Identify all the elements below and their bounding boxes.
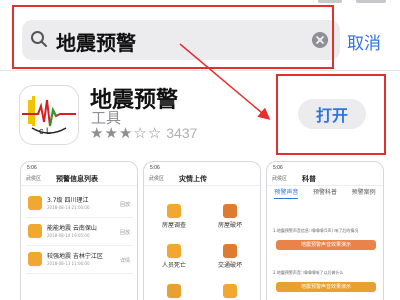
signal-icon xyxy=(318,0,342,3)
item-tag: 回放 xyxy=(119,202,130,208)
alert-icon xyxy=(28,196,42,210)
rating-count: 3437 xyxy=(166,125,198,141)
location-label: 武侯区 xyxy=(26,176,42,182)
item-title: 较强地震 吉林宁江区 xyxy=(47,253,103,260)
tab-bar: 预警声音 预警科普 预警案例 xyxy=(267,187,383,199)
screenshot-preview[interactable]: 5:06 武侯区 预警信息列表 3.7级 四川理江 2018-08-14 21:… xyxy=(20,161,138,300)
cell-label: 房屋调查 xyxy=(161,222,186,229)
traffic-icon xyxy=(223,244,237,258)
screen-header: 武侯区 灾情上传 xyxy=(144,172,260,186)
rating: ★ ★ ★ ☆ ☆ 3437 xyxy=(90,125,197,141)
annotation-box-search xyxy=(12,5,334,69)
tab-sound: 预警声音 xyxy=(274,187,299,199)
divider xyxy=(0,70,400,71)
screen-header: 武侯区 科普 xyxy=(267,172,383,186)
screen-header: 武侯区 预警信息列表 xyxy=(21,172,137,186)
screen-title: 科普 xyxy=(302,174,316,183)
grid-cell: 人员死亡 xyxy=(148,242,200,274)
grid-cell: 交通破坏 xyxy=(204,242,256,274)
screen-title: 灾情上传 xyxy=(179,174,207,183)
item-title: 3.7级 四川理江 xyxy=(47,197,89,204)
cell-label: 人员死亡 xyxy=(161,262,186,269)
cell-icon xyxy=(167,284,181,298)
star-filled-icon: ★ xyxy=(118,124,133,142)
status-time: 5:06 xyxy=(27,165,37,171)
casualty-icon xyxy=(167,244,181,258)
list-item: 3.7级 四川理江 2018-08-14 21:00:00 回放 xyxy=(26,192,133,218)
app-icon[interactable]: c L xyxy=(20,86,78,144)
location-label: 武侯区 xyxy=(149,176,165,182)
list-item: 较强地震 吉林宁江区 2018-08-13 11:06:00 详情 xyxy=(26,248,133,274)
grid-cell: 房屋破坏 xyxy=(204,202,256,234)
star-half-icon: ☆ xyxy=(133,124,147,142)
star-filled-icon: ★ xyxy=(104,124,118,142)
location-label: 武侯区 xyxy=(272,176,288,182)
demo-button: 地震预警声音效果演示 xyxy=(276,240,376,250)
status-time: 5:06 xyxy=(150,165,160,171)
demo-button: 地震预警声音效果演示 xyxy=(276,282,376,292)
screenshot-preview[interactable]: 5:06 武侯区 灾情上传 房屋调查 房屋破坏 人员死亡 交通破坏 xyxy=(143,161,261,300)
item-tag: 回放 xyxy=(119,230,130,236)
star-empty-icon: ☆ xyxy=(147,124,162,142)
item-title: 能能地震 云南保山 xyxy=(47,225,97,232)
item-time: 2018-08-13 11:06:00 xyxy=(47,261,90,266)
survey-icon xyxy=(167,204,181,218)
list-item: 能能地震 云南保山 2018-08-14 19:05:00 回放 xyxy=(26,220,133,246)
grid-cell xyxy=(148,282,200,300)
alert-icon xyxy=(28,252,42,266)
annotation-box-open xyxy=(276,74,386,155)
tab-cases: 预警案例 xyxy=(351,189,376,196)
item-time: 2018-08-14 19:05:00 xyxy=(47,233,90,238)
tab-science: 预警科普 xyxy=(312,189,337,196)
status-bar xyxy=(0,0,400,4)
screenshot-preview[interactable]: 5:06 武侯区 科普 预警声音 预警科普 预警案例 1.地震预警声音信息: 嘀… xyxy=(266,161,384,300)
cell-icon xyxy=(223,284,237,298)
paragraph: 1.地震预警声音信息: 嘀嘀嘀(5声) 响了后的情况 xyxy=(273,228,359,233)
alert-icon xyxy=(28,224,42,238)
grid-cell xyxy=(204,282,256,300)
battery-icon xyxy=(356,0,386,3)
cell-label: 房屋破坏 xyxy=(217,222,242,229)
cell-label: 交通破坏 xyxy=(217,262,242,269)
screen-title: 预警信息列表 xyxy=(56,174,98,183)
paragraph: 2.地震预警声音: 嘀嘀嘀响了以后做什么 xyxy=(273,270,344,275)
star-filled-icon: ★ xyxy=(90,124,104,142)
grid-cell: 房屋调查 xyxy=(148,202,200,234)
house-damage-icon xyxy=(223,204,237,218)
cancel-button[interactable]: 取消 xyxy=(347,29,381,54)
status-time: 5:06 xyxy=(273,165,283,171)
item-tag: 详情 xyxy=(119,258,130,264)
app-icon-letters: c L xyxy=(39,126,52,136)
item-time: 2018-08-14 21:00:00 xyxy=(47,205,90,210)
